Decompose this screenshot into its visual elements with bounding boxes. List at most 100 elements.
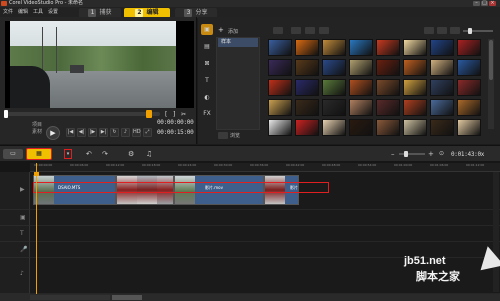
browse-label[interactable]: 浏览 — [230, 132, 240, 139]
mode-clip[interactable]: 素材 — [32, 128, 42, 135]
media-thumbnail[interactable] — [457, 119, 481, 136]
media-thumbnail[interactable] — [349, 59, 373, 76]
scrub-knob[interactable] — [146, 110, 152, 118]
media-thumbnail[interactable] — [268, 119, 292, 136]
volume-button[interactable]: ♪ — [121, 128, 130, 137]
media-thumbnail[interactable] — [322, 99, 346, 116]
maximize-icon[interactable]: □ — [481, 1, 488, 6]
overlay-track[interactable] — [30, 210, 500, 226]
add-folder-icon[interactable]: + — [218, 26, 224, 34]
media-thumbnail[interactable] — [295, 59, 319, 76]
import-media-icon[interactable] — [273, 27, 283, 34]
split-clip-icon[interactable]: ✂ — [181, 111, 186, 118]
media-thumbnail[interactable] — [295, 79, 319, 96]
mark-out-icon[interactable]: ] — [173, 111, 175, 118]
title-track[interactable] — [30, 226, 500, 242]
end-button[interactable]: ▶| — [99, 128, 108, 137]
fit-project-icon[interactable]: ⊙ — [439, 150, 444, 157]
show-audio-icon[interactable] — [319, 27, 329, 34]
media-thumbnail[interactable] — [376, 119, 400, 136]
add-label[interactable]: 添加 — [228, 28, 238, 35]
repeat-button[interactable]: ↻ — [110, 128, 119, 137]
library-scroll-thumb[interactable] — [489, 40, 493, 80]
scrub-bar[interactable] — [5, 112, 160, 116]
media-thumbnail[interactable] — [376, 79, 400, 96]
menu-tools[interactable]: 工具 — [33, 7, 43, 17]
overlay-track-header[interactable]: ▣ — [0, 210, 30, 226]
zoom-in-icon[interactable]: + — [428, 150, 434, 158]
transition-icon[interactable]: ⊠ — [201, 58, 213, 69]
music-track-header[interactable]: ♪ — [0, 258, 30, 294]
instant-project-icon[interactable]: ▤ — [201, 41, 213, 52]
media-thumbnail[interactable] — [295, 99, 319, 116]
browse-icon[interactable] — [218, 132, 228, 139]
media-thumbnail[interactable] — [349, 79, 373, 96]
media-thumbnail[interactable] — [430, 99, 454, 116]
mode-project[interactable]: 项目 — [32, 121, 42, 128]
media-thumbnail[interactable] — [457, 79, 481, 96]
show-photo-icon[interactable] — [305, 27, 315, 34]
menu-file[interactable]: 文件 — [3, 7, 13, 17]
thumb-view-icon[interactable] — [437, 27, 447, 34]
media-thumbnail[interactable] — [268, 99, 292, 116]
media-thumbnail[interactable] — [430, 119, 454, 136]
next-frame-button[interactable]: |▶ — [88, 128, 97, 137]
media-thumbnail[interactable] — [457, 59, 481, 76]
library-folder-sample[interactable]: 样本 — [218, 38, 258, 47]
timeline-scrollbar[interactable] — [493, 172, 499, 292]
media-thumbnail[interactable] — [322, 79, 346, 96]
media-thumbnail[interactable] — [268, 59, 292, 76]
media-thumbnail[interactable] — [295, 39, 319, 56]
media-thumbnail[interactable] — [457, 99, 481, 116]
media-thumbnail[interactable] — [430, 79, 454, 96]
media-thumbnail[interactable] — [376, 99, 400, 116]
media-thumbnail[interactable] — [268, 39, 292, 56]
media-thumbnail[interactable] — [403, 39, 427, 56]
timecode-current[interactable]: 00:00:00:00 — [157, 119, 194, 126]
media-thumbnail[interactable] — [322, 59, 346, 76]
playhead[interactable] — [36, 163, 37, 294]
hd-preview-button[interactable]: HD — [132, 128, 141, 137]
zoom-out-icon[interactable]: – — [391, 150, 395, 158]
media-thumbnail[interactable] — [403, 59, 427, 76]
timeline-zoom-slider[interactable] — [399, 153, 425, 155]
title-track-header[interactable]: T — [0, 226, 30, 242]
thumb-size-knob[interactable] — [468, 28, 472, 34]
close-icon[interactable]: × — [489, 1, 496, 6]
toolbar-menu-icon[interactable]: ▾ — [64, 149, 72, 159]
playhead-handle[interactable] — [34, 172, 39, 176]
storyboard-view-button[interactable]: ▭ — [3, 149, 23, 159]
sort-icon[interactable] — [450, 27, 460, 34]
previous-frame-button[interactable]: ◀| — [77, 128, 86, 137]
show-video-icon[interactable] — [291, 27, 301, 34]
redo-icon[interactable]: ↷ — [102, 150, 108, 158]
list-view-icon[interactable] — [424, 27, 434, 34]
media-thumbnail[interactable] — [403, 119, 427, 136]
record-capture-icon[interactable]: ⚙ — [128, 150, 134, 158]
media-thumbnail[interactable] — [322, 39, 346, 56]
graphic-icon[interactable]: ◐ — [201, 92, 213, 103]
video-track-header[interactable]: ▶ — [0, 172, 30, 210]
timeline-zoom-knob[interactable] — [404, 151, 408, 157]
media-thumbnail[interactable] — [349, 119, 373, 136]
media-thumbnail[interactable] — [376, 59, 400, 76]
sound-mixer-icon[interactable]: ♫ — [146, 150, 152, 158]
media-thumbnail[interactable] — [268, 79, 292, 96]
media-thumbnail[interactable] — [349, 39, 373, 56]
media-thumbnail[interactable] — [430, 39, 454, 56]
title-icon[interactable]: T — [201, 75, 213, 86]
enlarge-button[interactable]: ⤢ — [143, 128, 152, 137]
home-button[interactable]: |◀ — [66, 128, 75, 137]
media-thumbnail[interactable] — [349, 99, 373, 116]
media-icon[interactable]: ▣ — [201, 24, 213, 35]
trim-start-marker[interactable] — [4, 110, 8, 118]
play-button[interactable]: ▶ — [46, 126, 60, 140]
voice-track-header[interactable]: 🎤 — [0, 242, 30, 258]
undo-icon[interactable]: ↶ — [86, 150, 92, 158]
media-thumbnail[interactable] — [322, 119, 346, 136]
media-thumbnail[interactable] — [457, 39, 481, 56]
media-thumbnail[interactable] — [376, 39, 400, 56]
media-thumbnail[interactable] — [295, 119, 319, 136]
media-thumbnail[interactable] — [430, 59, 454, 76]
filter-icon[interactable]: FX — [201, 108, 213, 119]
